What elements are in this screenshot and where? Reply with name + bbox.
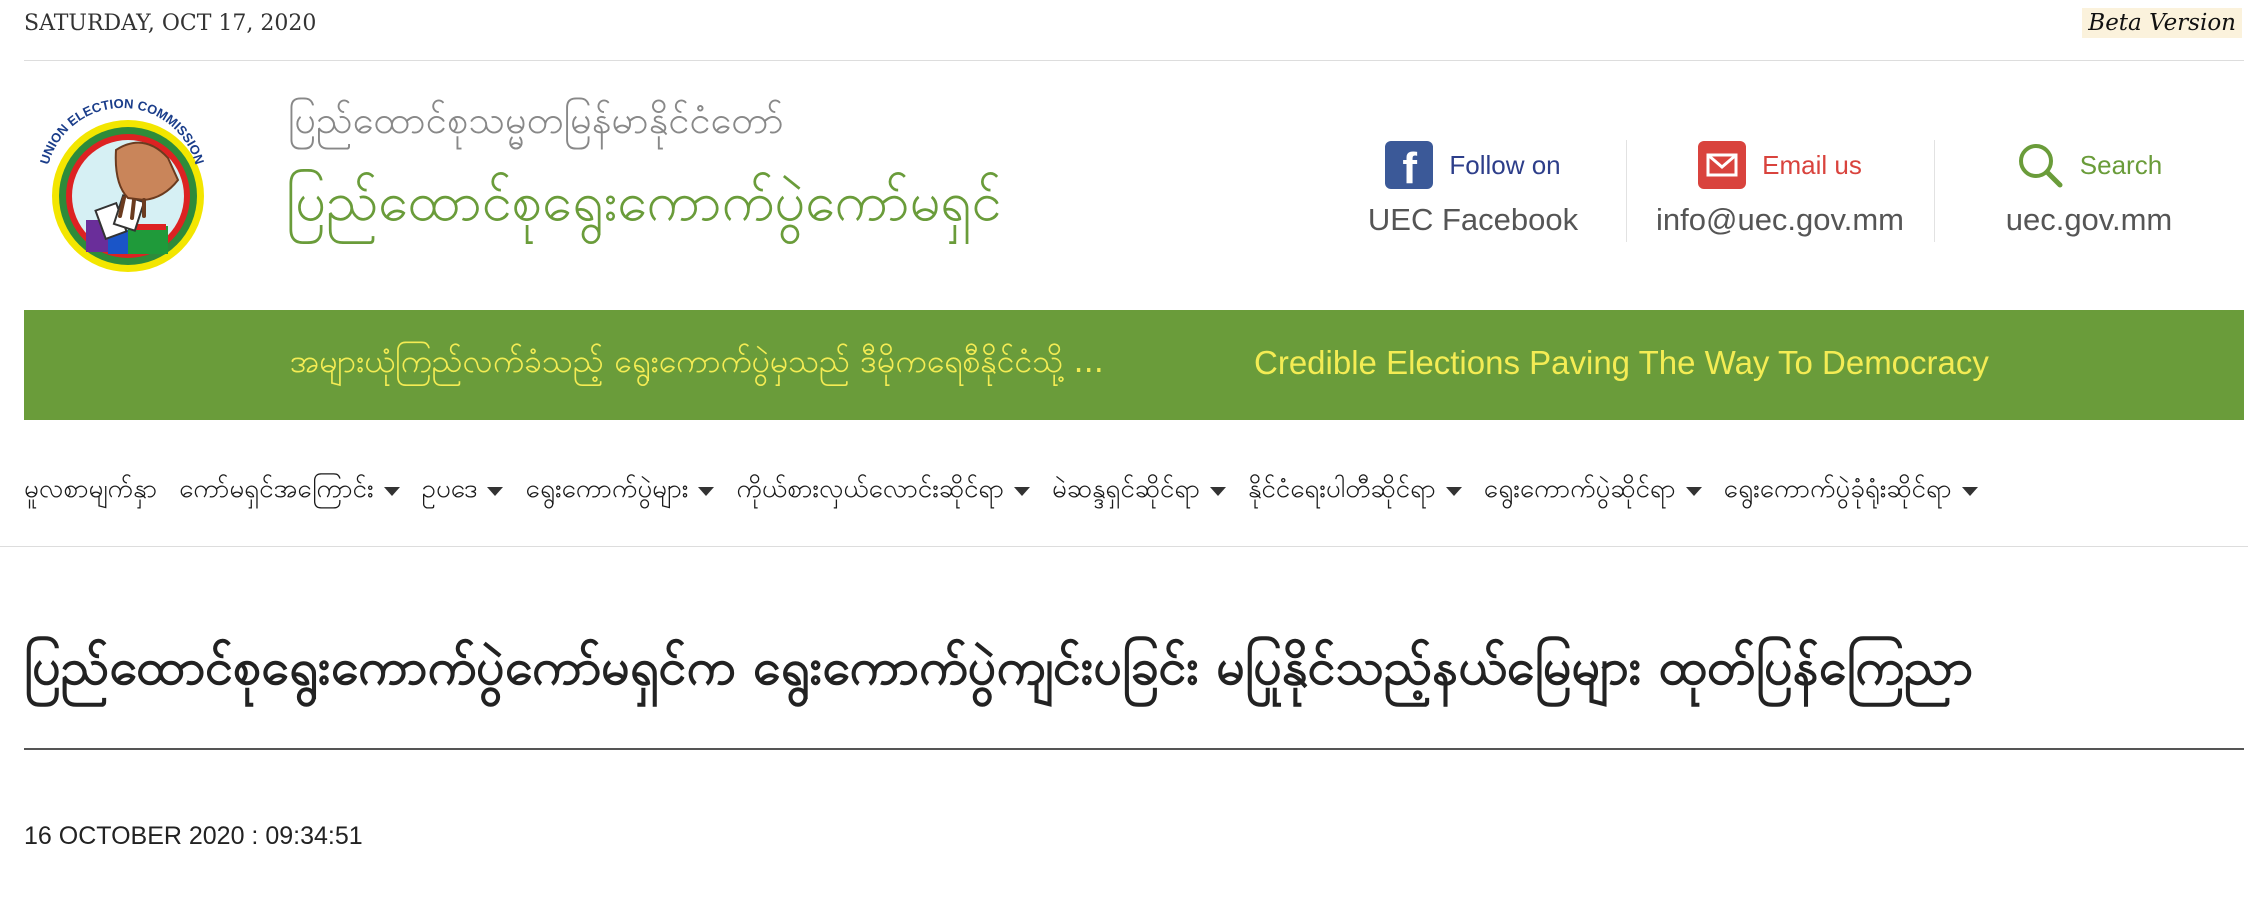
site-subtitle: ပြည်ထောင်စုသမ္မတမြန်မာနိုင်ငံတော်: [288, 98, 784, 142]
facebook-link-label: Follow on: [1449, 149, 1561, 180]
nav-item-label: နိုင်ငံရေးပါတီဆိုင်ရာ: [1247, 473, 1436, 504]
facebook-link[interactable]: f Follow on UEC Facebook: [1358, 138, 1588, 258]
nav-item-label: ဥပဒေ: [421, 473, 478, 504]
top-bar: SATURDAY, OCT 17, 2020 Beta Version: [24, 0, 2244, 61]
headline-divider: [24, 748, 2244, 750]
email-link-label: Email us: [1762, 149, 1862, 180]
nav-item-about[interactable]: ကော်မရှင်အကြောင်း: [179, 471, 400, 510]
nav-item-label: ကော်မရှင်အကြောင်း: [179, 473, 374, 504]
facebook-link-value: UEC Facebook: [1367, 202, 1579, 237]
chevron-down-icon: [383, 487, 400, 496]
chevron-down-icon: [1961, 487, 1978, 496]
nav-item-label: မူလစာမျက်နှာ: [24, 473, 158, 504]
chevron-down-icon: [487, 487, 504, 496]
current-date: SATURDAY, OCT 17, 2020: [24, 11, 317, 36]
uec-logo[interactable]: UNION ELECTION COMMISSION: [24, 80, 220, 276]
mail-icon: [1698, 141, 1747, 189]
site-title[interactable]: ပြည်ထောင်စုရွေးကောက်ပွဲကော်မရှင်: [286, 168, 1001, 247]
chevron-down-icon: [1685, 487, 1702, 496]
banner-slogan-mm: အများယုံကြည်လက်ခံသည့် ရွေးကောက်ပွဲမှသည် …: [290, 342, 1104, 380]
beta-badge: Beta Version: [2082, 8, 2242, 38]
nav-item-label: ရွေးကောက်ပွဲများ: [525, 473, 689, 504]
search-link[interactable]: Search uec.gov.mm: [1964, 138, 2214, 258]
facebook-icon: f: [1385, 141, 1434, 193]
slogan-banner: အများယုံကြည်လက်ခံသည့် ရွေးကောက်ပွဲမှသည် …: [24, 310, 2244, 420]
email-link[interactable]: Email us info@uec.gov.mm: [1650, 138, 1910, 258]
page: SATURDAY, OCT 17, 2020 Beta Version UNIO…: [0, 0, 2248, 898]
search-icon: [2018, 144, 2063, 188]
nav-item-label: မဲဆန္ဒရှင်ဆိုင်ရာ: [1052, 473, 1200, 504]
search-link-value: uec.gov.mm: [2005, 202, 2173, 237]
article-headline: ပြည်ထောင်စုရွေးကောက်ပွဲကော်မရှင်က ရွေးကေ…: [24, 638, 1973, 696]
nav-item-candidates[interactable]: ကိုယ်စားလှယ်လောင်းဆိုင်ရာ: [736, 471, 1030, 510]
chevron-down-icon: [1209, 487, 1226, 496]
header-divider: [1626, 140, 1627, 242]
logo-emblem-icon: UNION ELECTION COMMISSION: [37, 96, 207, 272]
chevron-down-icon: [698, 487, 715, 496]
header-divider: [1934, 140, 1935, 242]
nav-item-label: ရွေးကောက်ပွဲခုံရုံးဆိုင်ရာ: [1723, 473, 1952, 504]
nav-item-voters[interactable]: မဲဆန္ဒရှင်ဆိုင်ရာ: [1052, 471, 1226, 510]
nav-item-election-matters[interactable]: ရွေးကောက်ပွဲဆိုင်ရာ: [1484, 471, 1702, 510]
chevron-down-icon: [1445, 487, 1462, 496]
nav-item-home[interactable]: မူလစာမျက်နှာ: [24, 471, 157, 510]
article-date: 16 OCTOBER 2020 : 09:34:51: [24, 822, 363, 850]
nav-item-parties[interactable]: နိုင်ငံရေးပါတီဆိုင်ရာ: [1248, 471, 1462, 510]
chevron-down-icon: [1014, 487, 1030, 496]
nav-divider: [0, 546, 2248, 547]
banner-slogan-en: Credible Elections Paving The Way To Dem…: [1254, 344, 1989, 381]
search-link-label: Search: [2079, 149, 2163, 180]
nav-item-tribunals[interactable]: ရွေးကောက်ပွဲခုံရုံးဆိုင်ရာ: [1724, 471, 1978, 510]
nav-item-label: ကိုယ်စားလှယ်လောင်းဆိုင်ရာ: [736, 473, 1004, 504]
email-link-value: info@uec.gov.mm: [1656, 202, 1904, 237]
nav-item-law[interactable]: ဥပဒေ: [422, 471, 504, 510]
main-nav: မူလစာမျက်နှာ ကော်မရှင်အကြောင်း ဥပဒေ ရွေး…: [24, 462, 2000, 518]
nav-item-label: ရွေးကောက်ပွဲဆိုင်ရာ: [1483, 473, 1676, 504]
nav-item-elections[interactable]: ရွေးကောက်ပွဲများ: [525, 471, 715, 510]
